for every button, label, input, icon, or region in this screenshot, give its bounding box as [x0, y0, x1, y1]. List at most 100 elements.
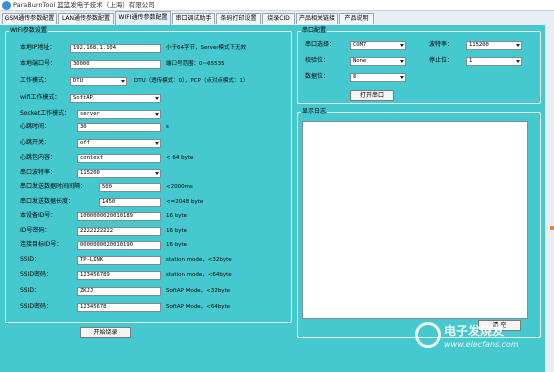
start-burn-button[interactable]: 开始烧录: [80, 327, 131, 338]
baud-rate-label: 波特率：: [429, 41, 454, 48]
serial-baud-select[interactable]: 115200: [77, 169, 161, 178]
serial-config-legend: 串口配置: [302, 27, 327, 34]
watermark-url: www.elecfans.com: [444, 340, 519, 349]
id-password-input[interactable]: 2222222222: [77, 227, 161, 236]
tab-barcode-print[interactable]: 条码打印设置: [216, 13, 261, 24]
ssid-softap-label: SSID：: [20, 287, 41, 294]
wifi-mode-select[interactable]: SoftAP: [70, 94, 161, 103]
ssid-softap-note: SoftAP Mode，<32byte: [166, 288, 231, 294]
ssid-station-password-note: station mode，<64byte: [166, 272, 232, 278]
ssid-softap-password-label: SSID密码：: [20, 303, 53, 310]
wifi-mode-label: wifi工作模式：: [20, 94, 61, 101]
baud-rate-value: 115200: [469, 42, 489, 48]
send-interval-input[interactable]: 500: [99, 183, 161, 192]
ssid-station-password-label: SSID密码：: [20, 271, 53, 278]
data-bits-label: 数据位：: [305, 73, 330, 80]
local-port-label: 本地端口号：: [20, 60, 57, 67]
heartbeat-switch-label: 心跳开关：: [20, 139, 51, 146]
baud-rate-select[interactable]: 115200: [466, 41, 522, 50]
heartbeat-content-label: 心跳包内容：: [20, 154, 57, 161]
heartbeat-time-unit: s: [166, 124, 169, 130]
log-legend: 显示日志: [302, 108, 327, 115]
chevron-down-icon: [155, 97, 159, 100]
chevron-down-icon: [400, 76, 404, 79]
heartbeat-time-label: 心跳时间：: [20, 123, 51, 130]
window-title: ParaBurnTool 篮篮发电子技术（上海）有限公司: [13, 1, 155, 9]
log-textarea[interactable]: [302, 121, 528, 319]
socket-mode-select[interactable]: server: [77, 110, 161, 119]
heartbeat-content-note: < 64 byte: [166, 155, 194, 161]
parity-value: None: [353, 58, 367, 64]
chevron-down-icon: [400, 60, 404, 63]
work-mode-value: DTU: [73, 78, 83, 84]
id-password-note: 16 byte: [166, 228, 188, 234]
chevron-down-icon: [516, 44, 520, 47]
wifi-mode-value: SoftAP: [73, 95, 93, 101]
heartbeat-time-input[interactable]: 30: [77, 123, 161, 132]
serial-config-group: 串口配置: [297, 28, 541, 104]
tab-product-links[interactable]: 产品相关链接: [296, 13, 338, 24]
device-id-input[interactable]: 1000000020010189: [77, 212, 161, 221]
ssid-station-label: SSID：: [20, 256, 41, 263]
stop-bits-label: 停止位：: [429, 57, 454, 64]
chevron-down-icon: [400, 44, 404, 47]
send-length-input[interactable]: 1450: [99, 198, 161, 207]
app-icon: [2, 1, 11, 10]
ssid-station-note: station mode，<32byte: [166, 257, 232, 263]
work-mode-note: DTU（透传模式：0），PCP（点对点模式：1）: [134, 78, 249, 84]
heartbeat-switch-select[interactable]: off: [77, 139, 161, 148]
parity-label: 校验位：: [305, 57, 330, 64]
window-edge: [545, 25, 554, 372]
serial-port-value: COM7: [353, 42, 367, 48]
socket-mode-value: server: [80, 111, 100, 117]
ssid-station-password-input[interactable]: 123456789: [77, 271, 161, 280]
data-bits-value: 8: [353, 74, 357, 80]
serial-port-select[interactable]: COM7: [350, 41, 406, 50]
target-id-label: 连接目标ID号：: [20, 241, 63, 248]
chevron-down-icon: [155, 142, 159, 145]
send-interval-label: 串口发送数据时间间隔：: [20, 183, 87, 190]
tab-serial-debug[interactable]: 串口调试助手: [172, 13, 215, 24]
heartbeat-content-input[interactable]: context: [77, 154, 161, 163]
work-mode-label: 工作模式：: [20, 77, 51, 84]
open-serial-button[interactable]: 打开串口: [350, 90, 394, 101]
chevron-down-icon: [121, 80, 125, 83]
tab-lan-config[interactable]: LAN通传参数配置: [58, 13, 114, 24]
serial-baud-label: 串口波特率：: [20, 169, 57, 176]
serial-baud-value: 115200: [80, 170, 100, 176]
stop-bits-select[interactable]: 1: [466, 57, 522, 66]
send-interval-note: <2000ms: [166, 184, 193, 190]
serial-port-label: 串口选择：: [305, 41, 336, 48]
edge-marker: [550, 226, 554, 230]
send-length-note: <=2048 byte: [166, 199, 204, 205]
parity-select[interactable]: None: [350, 57, 406, 66]
wifi-settings-legend: WIFI参数设置: [10, 27, 47, 34]
chevron-down-icon: [155, 113, 159, 116]
local-ip-note: 小于64字节，Server模式下无效: [166, 45, 247, 51]
watermark-logo: [415, 322, 441, 348]
tab-gsm-config[interactable]: GSM通传参数配置: [2, 13, 57, 24]
heartbeat-switch-value: off: [80, 140, 90, 146]
watermark-text: 电子发烧友: [444, 324, 505, 338]
ssid-softap-password-input[interactable]: 12345678: [77, 303, 161, 312]
local-ip-label: 本地IP地址：: [20, 44, 56, 51]
data-bits-select[interactable]: 8: [350, 73, 406, 82]
stop-bits-value: 1: [469, 58, 473, 64]
ssid-softap-input[interactable]: ZKJJ: [77, 287, 161, 296]
device-id-label: 本设备ID号：: [20, 212, 57, 219]
socket-mode-label: Socket工作模式：: [20, 110, 71, 117]
local-ip-input[interactable]: 192.168.1.104: [70, 44, 161, 53]
chevron-down-icon: [155, 172, 159, 175]
ssid-softap-password-note: SoftAP Mode，<64byte: [166, 304, 231, 310]
device-id-note: 16 byte: [166, 213, 188, 219]
local-port-input[interactable]: 30000: [70, 60, 161, 69]
target-id-input[interactable]: 0000000020010190: [77, 241, 161, 250]
send-length-label: 串口发送数据长度：: [20, 198, 75, 205]
chevron-down-icon: [516, 60, 520, 63]
id-password-label: ID号密码：: [20, 227, 51, 234]
tab-product-manual[interactable]: 产品说明: [339, 13, 374, 24]
ssid-station-input[interactable]: TP-LINK: [77, 256, 161, 265]
tab-wifi-config[interactable]: WIFI通传参数配置: [115, 11, 171, 25]
work-mode-select[interactable]: DTU: [70, 77, 127, 86]
tab-burn-cid[interactable]: 烧录CID: [262, 13, 295, 24]
